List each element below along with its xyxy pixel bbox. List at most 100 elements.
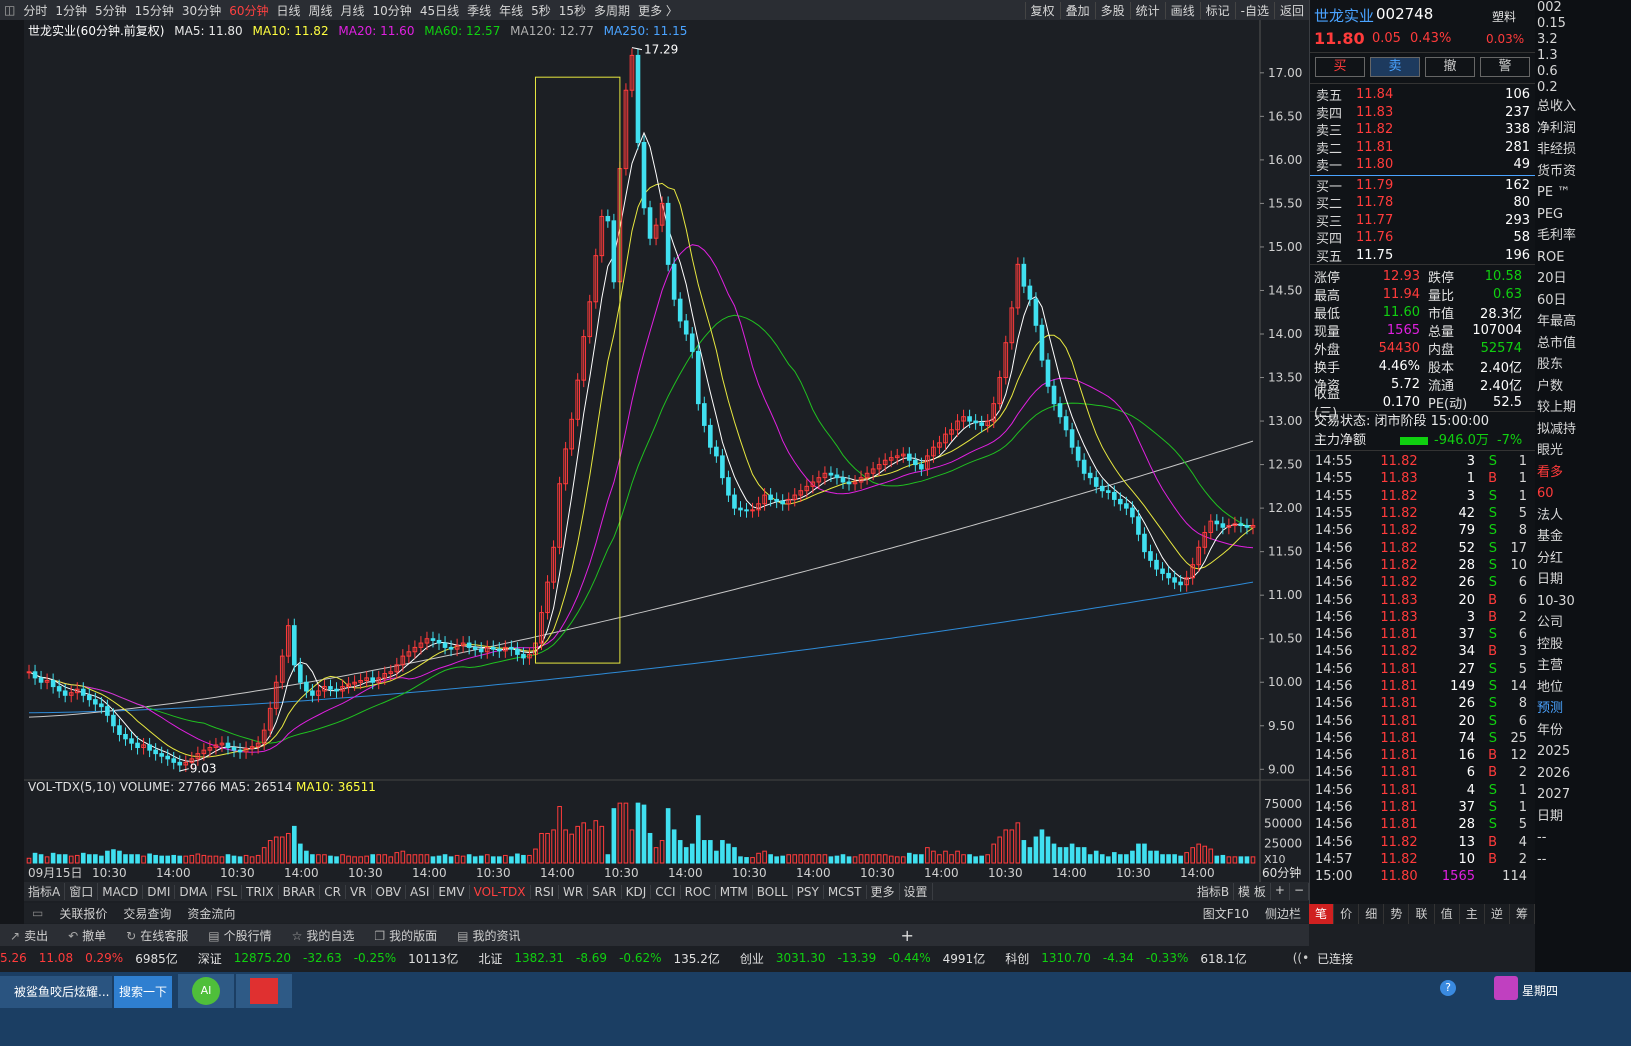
- bottom-tab[interactable]: 主: [1460, 904, 1485, 924]
- indicator-tab[interactable]: BRAR: [279, 884, 321, 899]
- link-right-item[interactable]: 图文F10: [1195, 905, 1257, 922]
- tick-row[interactable]: 14:56 11.81 26 S 8: [1310, 695, 1536, 712]
- indicator-tab[interactable]: VR: [346, 884, 372, 899]
- timeframe-tab[interactable]: 分时: [19, 2, 51, 19]
- indicator-tab[interactable]: DMA: [175, 884, 213, 899]
- top-tool[interactable]: 统计: [1129, 1, 1165, 19]
- top-tool[interactable]: 标记: [1199, 1, 1235, 19]
- tick-row[interactable]: 14:56 11.82 34 B 3: [1310, 643, 1536, 660]
- timeframe-tab[interactable]: 季线: [463, 2, 495, 19]
- order-button[interactable]: 买: [1315, 57, 1365, 77]
- bottom-tab[interactable]: 细: [1359, 904, 1385, 924]
- add-icon[interactable]: +: [891, 926, 924, 945]
- taskbar-search[interactable]: 搜索一下: [114, 976, 172, 1008]
- action-item[interactable]: ↶ 撤单: [58, 927, 116, 944]
- timeframe-tab[interactable]: 日线: [272, 2, 304, 19]
- timeframe-tab[interactable]: 更多 〉: [634, 2, 682, 19]
- calendar-icon[interactable]: [1494, 976, 1518, 1000]
- indicator-tab[interactable]: 窗口: [65, 883, 99, 900]
- indicator-tab[interactable]: 设置: [900, 883, 933, 900]
- order-button[interactable]: 警: [1480, 57, 1530, 77]
- book-row[interactable]: 买二 11.78 80: [1310, 194, 1536, 212]
- order-button[interactable]: 撤: [1425, 57, 1475, 77]
- indicator-tab[interactable]: OBV: [372, 884, 407, 899]
- tick-row[interactable]: 14:57 11.82 10 B 2: [1310, 851, 1536, 868]
- tick-row[interactable]: 14:56 11.81 6 B 2: [1310, 764, 1536, 781]
- tick-row[interactable]: 14:56 11.81 149 S 14: [1310, 678, 1536, 695]
- book-row[interactable]: 买一 11.79 162: [1310, 177, 1536, 195]
- index-name[interactable]: 创业: [740, 950, 764, 967]
- book-row[interactable]: 买三 11.77 293: [1310, 212, 1536, 230]
- indicator-tab[interactable]: CR: [320, 884, 346, 899]
- indicator-tab[interactable]: DMI: [143, 884, 176, 899]
- link-tab[interactable]: 交易查询: [115, 905, 179, 922]
- indicator-tab[interactable]: VOL-TDX: [470, 884, 531, 899]
- tick-row[interactable]: 14:56 11.81 28 S 5: [1310, 816, 1536, 833]
- tick-row[interactable]: 14:56 11.82 26 S 6: [1310, 574, 1536, 591]
- sector-tag[interactable]: 塑料: [1492, 8, 1516, 25]
- link-tab[interactable]: 关联报价: [51, 905, 115, 922]
- book-row[interactable]: 买五 11.75 196: [1310, 247, 1536, 265]
- bottom-tab[interactable]: 筹: [1510, 904, 1535, 924]
- indicator-tab[interactable]: FSL: [212, 884, 243, 899]
- book-row[interactable]: 卖五 11.84 106: [1310, 86, 1536, 104]
- tick-row[interactable]: 14:56 11.81 37 S 1: [1310, 799, 1536, 816]
- menu-icon[interactable]: ◫: [0, 3, 19, 17]
- indicator-right-item[interactable]: 指标B: [1193, 883, 1235, 900]
- timeframe-tab[interactable]: 15分钟: [131, 2, 178, 19]
- indicator-tab[interactable]: RSI: [531, 884, 560, 899]
- index-name[interactable]: 深证: [198, 950, 222, 967]
- app-ai-icon[interactable]: AI: [178, 974, 234, 1008]
- tick-row[interactable]: 14:56 11.81 4 S 1: [1310, 782, 1536, 799]
- timeframe-tab[interactable]: 5分钟: [91, 2, 131, 19]
- index-name[interactable]: 北证: [478, 950, 502, 967]
- tick-row[interactable]: 14:56 11.81 74 S 25: [1310, 730, 1536, 747]
- timeframe-tab[interactable]: 周线: [305, 2, 337, 19]
- tick-row[interactable]: 14:56 11.83 20 B 6: [1310, 591, 1536, 608]
- book-row[interactable]: 买四 11.76 58: [1310, 229, 1536, 247]
- link-tab[interactable]: 资金流向: [179, 905, 243, 922]
- book-row[interactable]: 卖四 11.83 237: [1310, 104, 1536, 122]
- top-tool[interactable]: 复权: [1024, 1, 1060, 19]
- taskbar-task[interactable]: 被鲨鱼咬后炫耀...: [0, 976, 112, 1008]
- top-tool[interactable]: -自选: [1234, 1, 1274, 19]
- action-item[interactable]: ☆ 我的自选: [282, 927, 365, 944]
- timeframe-tab[interactable]: 月线: [337, 2, 369, 19]
- order-button[interactable]: 卖: [1370, 57, 1420, 77]
- indicator-right-item[interactable]: −: [1290, 883, 1309, 900]
- indicator-tab[interactable]: 指标A: [24, 883, 66, 900]
- tick-row[interactable]: 14:55 11.82 3 S 1: [1310, 488, 1536, 505]
- index-name[interactable]: 科创: [1005, 950, 1029, 967]
- tick-row[interactable]: 14:56 11.82 13 B 4: [1310, 834, 1536, 851]
- tick-row[interactable]: 14:55 11.82 3 S 1: [1310, 453, 1536, 470]
- timeframe-tab[interactable]: 1分钟: [51, 2, 91, 19]
- tick-row[interactable]: 14:56 11.81 16 B 12: [1310, 747, 1536, 764]
- timeframe-tab[interactable]: 45日线: [416, 2, 463, 19]
- indicator-tab[interactable]: MTM: [716, 884, 753, 899]
- indicator-tab[interactable]: WR: [559, 884, 589, 899]
- action-item[interactable]: ▤ 个股行情: [198, 927, 281, 944]
- indicator-tab[interactable]: MACD: [98, 884, 144, 899]
- app-house-icon[interactable]: [236, 974, 292, 1008]
- indicator-tab[interactable]: TRIX: [242, 884, 279, 899]
- indicator-tab[interactable]: PSY: [793, 884, 824, 899]
- panel-toggle-icon[interactable]: ▭: [24, 906, 51, 920]
- indicator-tab[interactable]: 更多: [867, 883, 900, 900]
- tick-row[interactable]: 15:00 11.80 1565 114: [1310, 868, 1536, 885]
- indicator-tab[interactable]: SAR: [588, 884, 622, 899]
- book-row[interactable]: 卖三 11.82 338: [1310, 121, 1536, 139]
- action-item[interactable]: ▤ 我的资讯: [447, 927, 530, 944]
- bottom-tab[interactable]: 值: [1435, 904, 1460, 924]
- book-row[interactable]: 卖一 11.80 49: [1310, 156, 1536, 174]
- tick-row[interactable]: 14:56 11.82 52 S 17: [1310, 539, 1536, 556]
- indicator-tab[interactable]: MCST: [824, 884, 867, 899]
- action-item[interactable]: ❐ 我的版面: [364, 927, 447, 944]
- indicator-tab[interactable]: ASI: [406, 884, 435, 899]
- timeframe-tab[interactable]: 多周期: [590, 2, 634, 19]
- top-tool[interactable]: 画线: [1164, 1, 1200, 19]
- bottom-tab[interactable]: 势: [1384, 904, 1410, 924]
- top-tool[interactable]: 叠加: [1059, 1, 1095, 19]
- tick-row[interactable]: 14:56 11.81 37 S 6: [1310, 626, 1536, 643]
- indicator-tab[interactable]: BOLL: [753, 884, 793, 899]
- tick-row[interactable]: 14:56 11.82 79 S 8: [1310, 522, 1536, 539]
